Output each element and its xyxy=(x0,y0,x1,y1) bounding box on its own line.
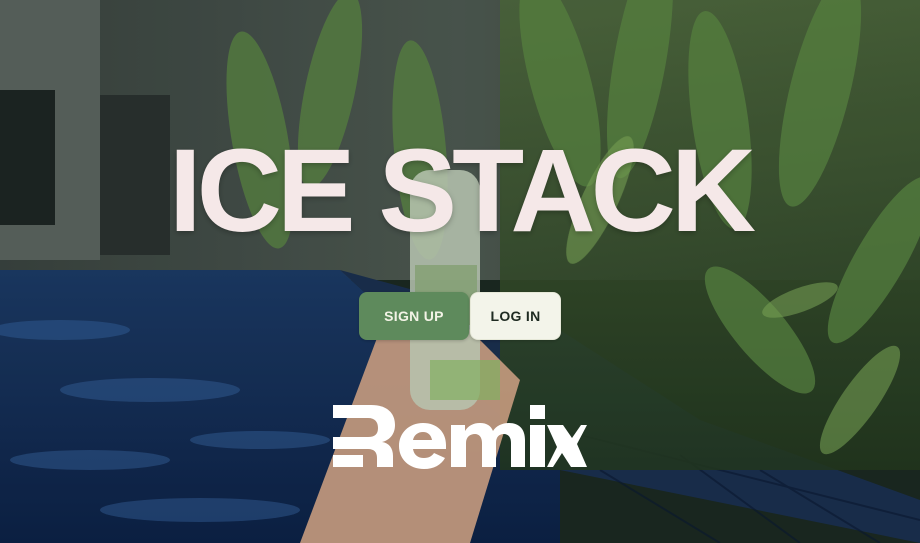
remix-logo xyxy=(333,405,587,469)
login-button[interactable]: LOG IN xyxy=(470,292,561,340)
auth-buttons: SIGN UP LOG IN xyxy=(359,292,561,340)
hero-section: ICE STACK SIGN UP LOG IN xyxy=(0,0,920,543)
page-title: ICE STACK xyxy=(168,125,756,257)
signup-button[interactable]: SIGN UP xyxy=(359,292,469,340)
